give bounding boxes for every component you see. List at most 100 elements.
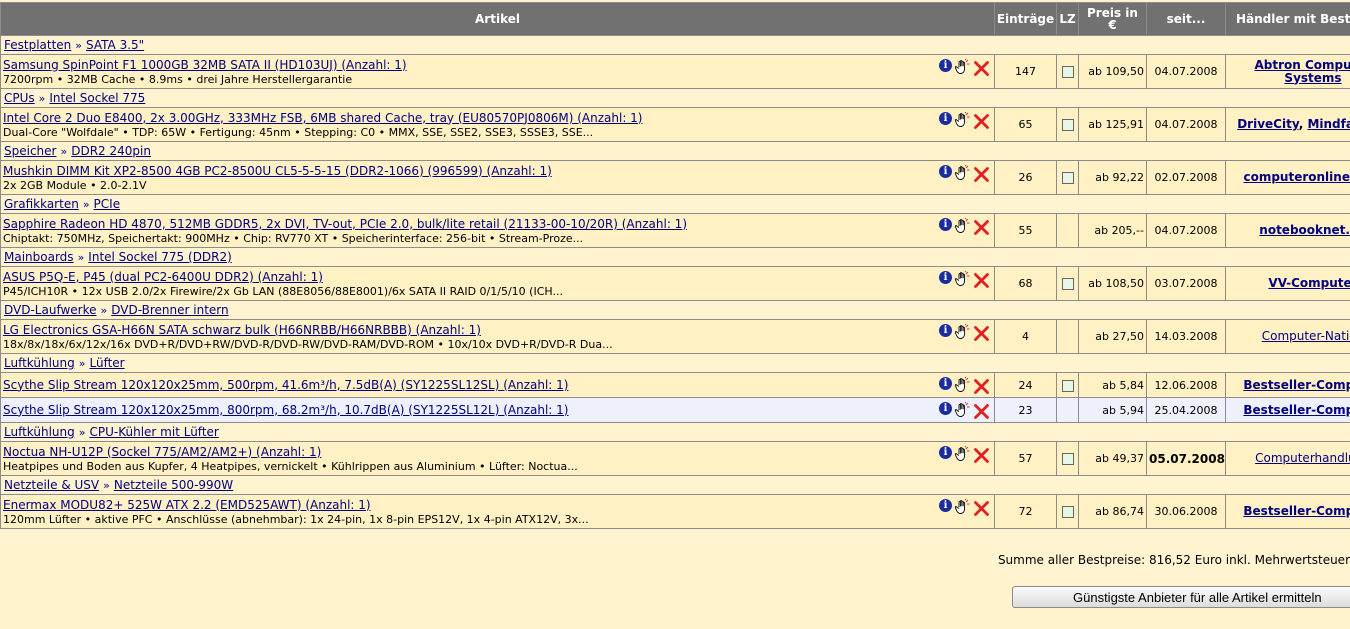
lz-checkbox[interactable] xyxy=(1061,453,1074,465)
delete-x-icon[interactable] xyxy=(973,377,990,395)
dealer-link[interactable]: Bestseller-Computer xyxy=(1243,403,1350,417)
hand-pointer-icon[interactable] xyxy=(954,402,971,419)
product-name-link[interactable]: Sapphire Radeon HD 4870, 512MB GDDR5, 2x… xyxy=(3,217,992,232)
info-icon[interactable]: i xyxy=(939,165,952,178)
hand-pointer-icon[interactable] xyxy=(954,218,971,235)
category-link[interactable]: Netzteile & USV xyxy=(4,478,99,492)
lz-checkbox[interactable] xyxy=(1061,172,1074,184)
info-icon[interactable]: i xyxy=(939,271,952,284)
category-link[interactable]: CPUs xyxy=(4,91,35,105)
info-icon[interactable]: i xyxy=(939,499,952,512)
hand-pointer-icon[interactable] xyxy=(954,324,971,341)
find-cheapest-button[interactable]: Günstigste Anbieter für alle Artikel erm… xyxy=(1012,586,1350,608)
subcategory-link[interactable]: CPU-Kühler mit Lüfter xyxy=(90,425,219,439)
dealer-link[interactable]: Bestseller-Computer xyxy=(1243,378,1350,392)
lz-checkbox[interactable] xyxy=(1061,379,1074,392)
delete-x-icon[interactable] xyxy=(973,402,990,420)
category-link[interactable]: Mainboards xyxy=(4,250,74,264)
subcategory-link[interactable]: Intel Sockel 775 xyxy=(49,91,145,105)
dealer-link-2[interactable]: Mindfactory xyxy=(1307,117,1350,131)
subcategory-link[interactable]: SATA 3.5" xyxy=(86,38,144,52)
lz-cell xyxy=(1056,372,1079,398)
hand-pointer-icon[interactable] xyxy=(954,165,971,182)
delete-x-icon[interactable] xyxy=(973,218,990,236)
hand-pointer-icon[interactable] xyxy=(954,59,971,76)
info-icon[interactable]: i xyxy=(939,324,952,337)
dealer-link[interactable]: computeronlineshop xyxy=(1243,170,1350,184)
dealer-link[interactable]: Computerhandlung xyxy=(1255,451,1350,465)
category-row: Netzteile & USV » Netzteile 500-990W xyxy=(0,475,1350,495)
dealer-cell: Bestseller-Computer xyxy=(1225,372,1350,398)
dealer-link[interactable]: notebooknet.de xyxy=(1259,223,1350,237)
subcategory-link[interactable]: DDR2 240pin xyxy=(71,144,151,158)
category-link[interactable]: Luftkühlung xyxy=(4,356,75,370)
product-name-link[interactable]: ASUS P5Q-E, P45 (dual PC2-6400U DDR2) (A… xyxy=(3,270,992,285)
lz-checkbox[interactable] xyxy=(1061,278,1074,290)
entries-count: 55 xyxy=(994,213,1057,248)
info-icon[interactable]: i xyxy=(939,377,952,390)
hand-pointer-icon[interactable] xyxy=(954,446,971,463)
category-link[interactable]: Speicher xyxy=(4,144,56,158)
info-icon[interactable]: i xyxy=(939,446,952,459)
product-name-link[interactable]: LG Electronics GSA-H66N SATA schwarz bul… xyxy=(3,323,992,338)
lz-checkbox[interactable] xyxy=(1061,506,1074,518)
row-actions: i xyxy=(939,402,990,420)
info-icon[interactable]: i xyxy=(939,218,952,231)
wishlist-table: Artikel Einträge LZ Preis in € seit... Hä… xyxy=(0,2,1350,529)
delete-x-icon[interactable] xyxy=(973,324,990,342)
delete-x-icon[interactable] xyxy=(973,499,990,517)
product-name-link[interactable]: Mushkin DIMM Kit XP2-8500 4GB PC2-8500U … xyxy=(3,164,992,179)
info-icon[interactable]: i xyxy=(939,402,952,415)
category-row: Grafikkarten» PCIe xyxy=(0,194,1350,214)
subcategory-link[interactable]: DVD-Brenner intern xyxy=(111,303,228,317)
lz-checkbox[interactable] xyxy=(1061,119,1074,131)
row-actions: i xyxy=(939,377,990,395)
category-link[interactable]: DVD-Laufwerke xyxy=(4,303,97,317)
product-name-link[interactable]: Samsung SpinPoint F1 1000GB 32MB SATA II… xyxy=(3,58,992,73)
table-row: Sapphire Radeon HD 4870, 512MB GDDR5, 2x… xyxy=(0,213,1350,248)
lz-cell xyxy=(1056,441,1079,476)
product-name-link[interactable]: Noctua NH-U12P (Sockel 775/AM2/AM2+) (An… xyxy=(3,445,992,460)
dealer-link-line2[interactable]: Systems xyxy=(1284,71,1341,85)
row-actions: i xyxy=(939,324,990,342)
subcategory-link[interactable]: Intel Sockel 775 (DDR2) xyxy=(88,250,232,264)
hand-pointer-icon[interactable] xyxy=(954,271,971,288)
subcategory-link[interactable]: PCIe xyxy=(94,197,121,211)
product-description: Heatpipes und Boden aus Kupfer, 4 Heatpi… xyxy=(3,459,578,473)
product-cell: Samsung SpinPoint F1 1000GB 32MB SATA II… xyxy=(0,54,995,89)
dealer-link[interactable]: Computer-Nation xyxy=(1262,329,1350,343)
category-row: Mainboards» Intel Sockel 775 (DDR2) xyxy=(0,247,1350,267)
dealer-cell: VV-Computer xyxy=(1225,266,1350,301)
product-name-link[interactable]: Scythe Slip Stream 120x120x25mm, 800rpm,… xyxy=(3,403,992,418)
hand-pointer-icon[interactable] xyxy=(954,499,971,516)
category-link[interactable]: Luftkühlung xyxy=(4,425,75,439)
subcategory-link[interactable]: Lüfter xyxy=(90,356,125,370)
hand-pointer-icon[interactable] xyxy=(954,112,971,129)
breadcrumb-separator: » xyxy=(103,479,110,492)
category-row: Luftkühlung» CPU-Kühler mit Lüfter xyxy=(0,422,1350,442)
dealer-link[interactable]: Abtron Computer xyxy=(1255,58,1350,72)
col-header-preis-line2: € xyxy=(1108,18,1117,32)
product-name-link[interactable]: Enermax MODU82+ 525W ATX 2.2 (EMD525AWT)… xyxy=(3,498,992,513)
category-cell: CPUs» Intel Sockel 775 xyxy=(0,88,1350,108)
dealer-cell: notebooknet.de xyxy=(1225,213,1350,248)
subcategory-link[interactable]: Netzteile 500-990W xyxy=(114,478,233,492)
delete-x-icon[interactable] xyxy=(973,59,990,77)
dealer-link[interactable]: Bestseller-Computer xyxy=(1243,504,1350,518)
info-icon[interactable]: i xyxy=(939,112,952,125)
dealer-link[interactable]: VV-Computer xyxy=(1268,276,1350,290)
delete-x-icon[interactable] xyxy=(973,446,990,464)
dealer-link[interactable]: DriveCity xyxy=(1237,117,1299,131)
info-icon[interactable]: i xyxy=(939,59,952,72)
delete-x-icon[interactable] xyxy=(973,271,990,289)
category-link[interactable]: Grafikkarten xyxy=(4,197,79,211)
lz-checkbox[interactable] xyxy=(1061,66,1074,78)
category-link[interactable]: Festplatten xyxy=(4,38,71,52)
delete-x-icon[interactable] xyxy=(973,165,990,183)
entries-count: 26 xyxy=(994,160,1057,195)
delete-x-icon[interactable] xyxy=(973,112,990,130)
breadcrumb-separator: » xyxy=(75,39,83,52)
product-name-link[interactable]: Scythe Slip Stream 120x120x25mm, 500rpm,… xyxy=(3,378,992,393)
hand-pointer-icon[interactable] xyxy=(954,377,971,394)
product-name-link[interactable]: Intel Core 2 Duo E8400, 2x 3.00GHz, 333M… xyxy=(3,111,992,126)
